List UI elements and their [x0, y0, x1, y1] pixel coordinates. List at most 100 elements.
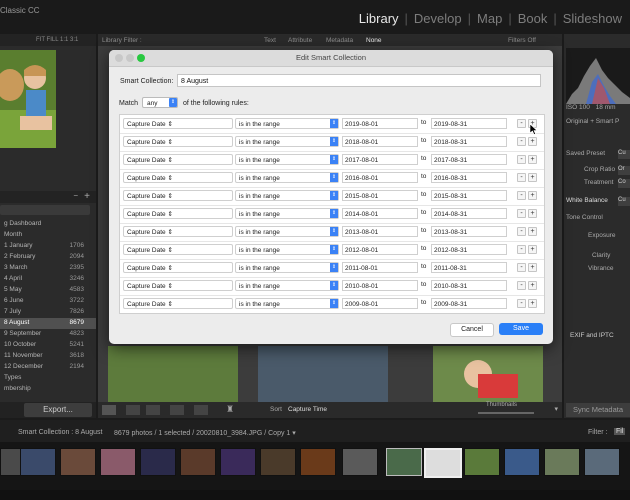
rule-field-select[interactable]: Capture Date ⇕ [123, 262, 233, 273]
rule-field-select[interactable]: Capture Date ⇕ [123, 136, 233, 147]
rule-from-input[interactable]: 2011-08-01 [342, 262, 418, 273]
tree-item[interactable]: Types [0, 373, 96, 384]
filter-text[interactable]: Text [264, 37, 276, 44]
rule-operator-select[interactable]: is in the range ⇕ [235, 298, 339, 309]
tree-item[interactable]: mbership [0, 384, 96, 395]
rule-to-input[interactable]: 2010-08-31 [431, 280, 507, 291]
tree-item[interactable]: 9 September 4823 [0, 329, 96, 340]
people-view-icon[interactable] [194, 405, 208, 415]
navigator-preview[interactable] [0, 50, 56, 148]
rule-field-select[interactable]: Capture Date ⇕ [123, 154, 233, 165]
add-collection-icon[interactable]: + [84, 191, 90, 202]
tree-item[interactable]: 7 July 7826 [0, 307, 96, 318]
rule-field-select[interactable]: Capture Date ⇕ [123, 172, 233, 183]
tree-item[interactable]: 2 February 2094 [0, 252, 96, 263]
exif-iptc-dropdown[interactable]: EXIF and IPTC [570, 332, 614, 339]
module-book[interactable]: Book [512, 11, 554, 26]
rule-to-input[interactable]: 2017-08-31 [431, 154, 507, 165]
add-rule-button[interactable]: + [528, 299, 537, 308]
rule-to-input[interactable]: 2012-08-31 [431, 244, 507, 255]
rule-field-select[interactable]: Capture Date ⇕ [123, 298, 233, 309]
rule-to-input[interactable]: 2013-08-31 [431, 226, 507, 237]
rule-from-input[interactable]: 2010-08-01 [342, 280, 418, 291]
collection-minus-icon[interactable]: − [73, 191, 78, 200]
filter-attribute[interactable]: Attribute [288, 37, 312, 44]
rule-to-input[interactable]: 2016-08-31 [431, 172, 507, 183]
add-rule-button[interactable]: + [528, 227, 537, 236]
rule-field-select[interactable]: Capture Date ⇕ [123, 190, 233, 201]
rule-field-select[interactable]: Capture Date ⇕ [123, 226, 233, 237]
add-rule-button[interactable]: + [528, 155, 537, 164]
rule-from-input[interactable]: 2016-08-01 [342, 172, 418, 183]
tree-item[interactable]: g Dashboard [0, 219, 96, 230]
rule-from-input[interactable]: 2013-08-01 [342, 226, 418, 237]
rule-to-input[interactable]: 2014-08-31 [431, 208, 507, 219]
remove-rule-button[interactable]: - [517, 263, 526, 272]
saved-preset-dropdown[interactable]: Cu [618, 150, 630, 159]
filmstrip-thumb[interactable] [100, 448, 136, 476]
sort-value[interactable]: Capture Time [288, 406, 327, 413]
filmstrip-thumb[interactable] [20, 448, 56, 476]
remove-rule-button[interactable]: - [517, 227, 526, 236]
rule-to-input[interactable]: 2019-08-31 [431, 118, 507, 129]
cancel-button[interactable]: Cancel [450, 323, 494, 337]
tree-item[interactable]: 5 May 4583 [0, 285, 96, 296]
filmstrip-thumb[interactable] [544, 448, 580, 476]
tree-item[interactable]: 10 October 5241 [0, 340, 96, 351]
tree-item[interactable]: 11 November 3618 [0, 351, 96, 362]
rule-to-input[interactable]: 2009-08-31 [431, 298, 507, 309]
match-select[interactable]: any ⇕ [142, 97, 178, 108]
rule-operator-select[interactable]: is in the range ⇕ [235, 226, 339, 237]
remove-rule-button[interactable]: - [517, 191, 526, 200]
collection-search[interactable] [0, 205, 90, 215]
rule-operator-select[interactable]: is in the range ⇕ [235, 208, 339, 219]
remove-rule-button[interactable]: - [517, 137, 526, 146]
rule-to-input[interactable]: 2018-08-31 [431, 136, 507, 147]
add-rule-button[interactable]: + [528, 245, 537, 254]
filmstrip-thumb[interactable] [220, 448, 256, 476]
save-button[interactable]: Save [499, 323, 543, 335]
filmstrip-thumb[interactable] [180, 448, 216, 476]
rule-to-input[interactable]: 2015-08-31 [431, 190, 507, 201]
spray-can-icon[interactable]: ♜ [226, 404, 234, 415]
remove-rule-button[interactable]: - [517, 281, 526, 290]
rule-operator-select[interactable]: is in the range ⇕ [235, 172, 339, 183]
module-map[interactable]: Map [471, 11, 508, 26]
rule-field-select[interactable]: Capture Date ⇕ [123, 244, 233, 255]
add-rule-button[interactable]: + [528, 173, 537, 182]
filmstrip-thumb[interactable] [584, 448, 620, 476]
filmstrip-thumb[interactable] [464, 448, 500, 476]
rule-operator-select[interactable]: is in the range ⇕ [235, 154, 339, 165]
rule-from-input[interactable]: 2015-08-01 [342, 190, 418, 201]
remove-rule-button[interactable]: - [517, 155, 526, 164]
rule-from-input[interactable]: 2018-08-01 [342, 136, 418, 147]
module-develop[interactable]: Develop [408, 11, 468, 26]
rule-operator-select[interactable]: is in the range ⇕ [235, 118, 339, 129]
filmstrip-thumb[interactable] [140, 448, 176, 476]
module-library[interactable]: Library [353, 11, 405, 26]
tree-item-selected[interactable]: 8 August 8679 [0, 318, 96, 329]
add-rule-button[interactable]: + [528, 281, 537, 290]
sync-metadata-button[interactable]: Sync Metadata [566, 403, 630, 417]
remove-rule-button[interactable]: - [517, 245, 526, 254]
add-rule-button[interactable]: + [528, 263, 537, 272]
rule-operator-select[interactable]: is in the range ⇕ [235, 136, 339, 147]
tree-item[interactable]: Month [0, 230, 96, 241]
loupe-view-icon[interactable] [126, 405, 140, 415]
rule-operator-select[interactable]: is in the range ⇕ [235, 280, 339, 291]
crop-ratio-dropdown[interactable]: Or [618, 166, 630, 175]
filmstrip-thumb[interactable] [342, 448, 378, 476]
filmstrip-thumb[interactable] [260, 448, 296, 476]
filmstrip-thumb[interactable] [300, 448, 336, 476]
remove-rule-button[interactable]: - [517, 299, 526, 308]
treatment-dropdown[interactable]: Co [618, 179, 630, 188]
filmstrip-thumb-selected[interactable] [424, 448, 462, 478]
remove-rule-button[interactable]: - [517, 119, 526, 128]
rule-operator-select[interactable]: is in the range ⇕ [235, 244, 339, 255]
tree-item[interactable]: 6 June 3722 [0, 296, 96, 307]
filter-metadata[interactable]: Metadata [326, 37, 353, 44]
smart-collection-name-input[interactable]: 8 August [177, 74, 541, 87]
rule-from-input[interactable]: 2014-08-01 [342, 208, 418, 219]
remove-rule-button[interactable]: - [517, 209, 526, 218]
rule-field-select[interactable]: Capture Date ⇕ [123, 280, 233, 291]
